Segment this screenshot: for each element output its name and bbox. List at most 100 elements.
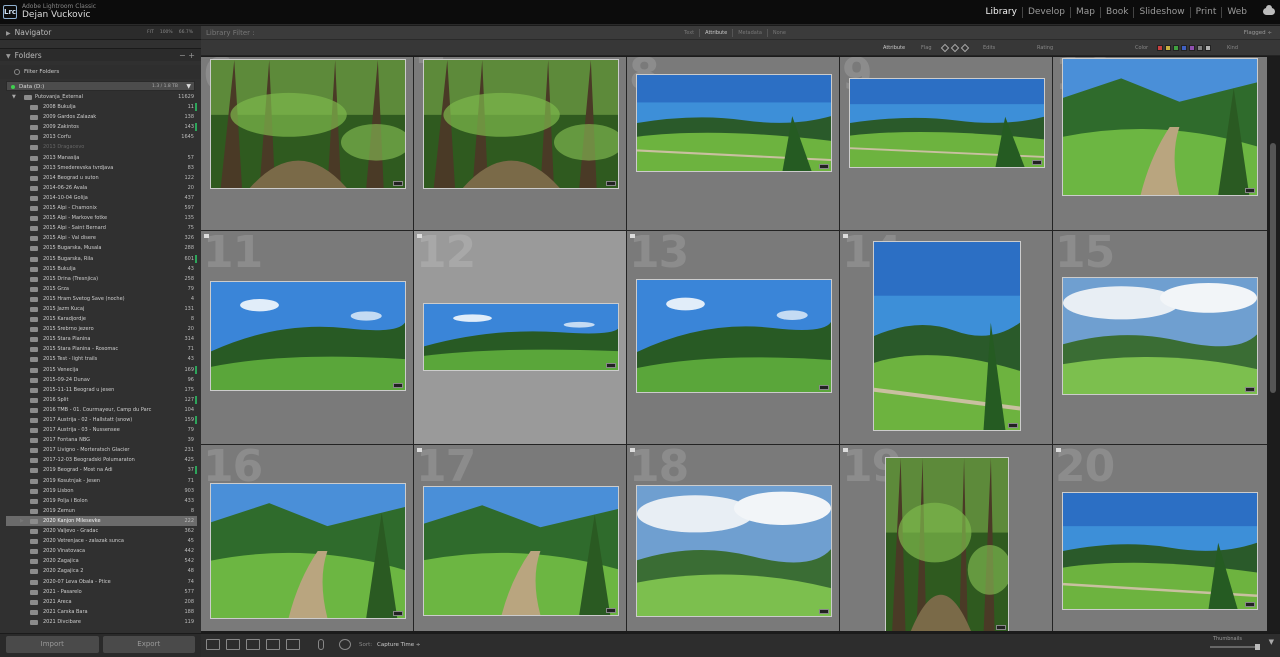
folder-row[interactable]: ▶ 2020 Kanjon Milesevke 222	[6, 515, 197, 527]
grid-cell[interactable]: 13	[627, 231, 839, 444]
folder-row[interactable]: 2019 Zemun 8	[6, 506, 197, 516]
edit-badge-icon[interactable]	[606, 181, 616, 186]
module-book[interactable]: Book	[1101, 7, 1135, 18]
photo-thumbnail[interactable]	[210, 281, 406, 391]
folder-row[interactable]: 2019 Beograd - Most na Adi 37	[6, 465, 197, 475]
color-swatch[interactable]	[1181, 45, 1187, 51]
module-map[interactable]: Map	[1071, 7, 1102, 18]
flag-badge-icon[interactable]	[417, 448, 422, 452]
folder-row[interactable]: 2017 Fontana NBG 39	[6, 435, 197, 445]
filter-tab-metadata[interactable]: Metadata	[733, 29, 768, 37]
grid-cell[interactable]: 12	[414, 231, 626, 444]
sort-direction-icon[interactable]	[339, 639, 351, 650]
flag-badge-icon[interactable]	[417, 234, 422, 238]
flag-reject-icon[interactable]	[960, 43, 970, 53]
folder-row[interactable]: 2015 Test - light trails 43	[6, 354, 197, 364]
volume-dropdown-icon[interactable]: ▼	[186, 82, 191, 92]
folder-row[interactable]: 2015-09-24 Dunav 96	[6, 375, 197, 385]
folder-row[interactable]: 2015 Drina (Tresnjica) 258	[6, 274, 197, 284]
folder-row[interactable]: 2014 Beograd u suton 122	[6, 173, 197, 183]
color-swatch[interactable]	[1173, 45, 1179, 51]
photo-thumbnail[interactable]	[423, 303, 619, 371]
folder-row[interactable]: 2014-06-26 Avala 20	[6, 183, 197, 193]
edit-badge-icon[interactable]	[819, 609, 829, 614]
grid-cell[interactable]: 19	[840, 445, 1052, 631]
folder-row[interactable]: 2021 Carska Bara 188	[6, 607, 197, 617]
folder-row[interactable]: 2019 Polja i Bolon 433	[6, 496, 197, 506]
color-swatch[interactable]	[1205, 45, 1211, 51]
grid-cell[interactable]: 20	[1053, 445, 1267, 631]
folder-row[interactable]: 2017 Livigno - Morteratsch Glacier 231	[6, 445, 197, 455]
photo-thumbnail[interactable]	[873, 241, 1021, 431]
grid-cell[interactable]: 11	[201, 231, 413, 444]
folder-row[interactable]: 2020-07 Leva Obala - Ptice 74	[6, 577, 197, 587]
folder-row[interactable]: 2015 Alpi - Val disere 326	[6, 233, 197, 243]
folder-row[interactable]: 2015-11-11 Beograd u jesen 175	[6, 385, 197, 395]
grid-view-icon[interactable]	[206, 639, 220, 650]
edit-badge-icon[interactable]	[1245, 602, 1255, 607]
edit-badge-icon[interactable]	[606, 608, 616, 613]
folder-row[interactable]: 2016 Split 127	[6, 395, 197, 405]
folder-row[interactable]: 2015 Alpi - Saint Bernard 75	[6, 223, 197, 233]
folder-row[interactable]: 2013 Manasija 57	[6, 153, 197, 163]
edit-badge-icon[interactable]	[819, 164, 829, 169]
people-view-icon[interactable]	[286, 639, 300, 650]
zoom-66[interactable]: 66.7%	[179, 26, 193, 39]
thumbnail-size-slider[interactable]	[1210, 644, 1260, 650]
edit-badge-icon[interactable]	[1245, 188, 1255, 193]
sort-dropdown[interactable]: Capture Time ÷	[377, 634, 420, 656]
edit-badge-icon[interactable]	[393, 383, 403, 388]
color-swatch[interactable]	[1197, 45, 1203, 51]
toolbar-menu-chevron-icon[interactable]: ▼	[1269, 638, 1274, 646]
grid-cell[interactable]: 10	[1053, 57, 1267, 230]
edit-badge-icon[interactable]	[606, 363, 616, 368]
filter-folders-input[interactable]: Filter Folders	[0, 65, 201, 79]
zoom-100[interactable]: 100%	[160, 26, 173, 39]
photo-thumbnail[interactable]	[636, 279, 832, 393]
folder-row[interactable]: 2015 Venecija 169	[6, 365, 197, 375]
grid-scrollbar[interactable]	[1267, 57, 1280, 631]
photo-thumbnail[interactable]	[636, 485, 832, 617]
folder-row[interactable]: 2019 Kosutnjak - Jesen 71	[6, 476, 197, 486]
slider-knob[interactable]	[1255, 644, 1260, 650]
loupe-view-icon[interactable]	[226, 639, 240, 650]
folder-row[interactable]: 2020 Valjevo - Gradac 362	[6, 526, 197, 536]
folder-row[interactable]: 2009 Zakintos 143	[6, 122, 197, 132]
import-button[interactable]: Import	[6, 636, 99, 653]
grid-cell[interactable]: 17	[414, 445, 626, 631]
edit-badge-icon[interactable]	[1008, 423, 1018, 428]
grid-cell[interactable]: 9	[840, 57, 1052, 230]
folder-row[interactable]: 2021 - Pasarelo 577	[6, 587, 197, 597]
flag-badge-icon[interactable]	[630, 448, 635, 452]
edit-badge-icon[interactable]	[1032, 160, 1042, 165]
survey-view-icon[interactable]	[266, 639, 280, 650]
flag-unflagged-icon[interactable]	[950, 43, 960, 53]
photo-thumbnail[interactable]	[423, 486, 619, 616]
folder-row[interactable]: 2017-12-03 Beogradski Polumaraton 425	[6, 455, 197, 465]
folder-row[interactable]: 2015 Stara Planina - Rosomac 71	[6, 344, 197, 354]
edit-badge-icon[interactable]	[393, 181, 403, 186]
edit-badge-icon[interactable]	[1245, 387, 1255, 392]
folder-row[interactable]: 2014-10-04 Golija 437	[6, 193, 197, 203]
module-print[interactable]: Print	[1191, 7, 1223, 18]
edit-badge-icon[interactable]	[996, 625, 1006, 630]
flag-badge-icon[interactable]	[843, 448, 848, 452]
zoom-fit[interactable]: FIT	[147, 26, 154, 39]
volume-bar[interactable]: Data (D:) 1.3 / 1.8 TB ▼	[6, 81, 195, 91]
folder-row[interactable]: 2015 Bugarska, Rila 601	[6, 254, 197, 264]
cloud-icon[interactable]	[1263, 5, 1275, 15]
folder-row[interactable]: 2013 Corfu 1645	[6, 132, 197, 142]
folder-row[interactable]: 2015 Alpi - Chamonix 597	[6, 203, 197, 213]
folder-row[interactable]: 2015 Alpi - Markove fotke 135	[6, 213, 197, 223]
folder-row[interactable]: 2020 Zagajica 542	[6, 556, 197, 566]
folder-row[interactable]: 2020 Vinatovaca 442	[6, 546, 197, 556]
folder-row[interactable]: 2020 Zagajica 2 48	[6, 566, 197, 576]
folders-header[interactable]: ▼ Folders − +	[0, 48, 201, 61]
photo-thumbnail[interactable]	[210, 483, 406, 619]
filter-preset-dropdown[interactable]: Flagged ÷	[1244, 26, 1272, 40]
photo-thumbnail[interactable]	[1062, 492, 1258, 610]
grid-cell[interactable]: 15	[1053, 231, 1267, 444]
folder-row[interactable]: 2016 TMB - 01. Courmayeur, Camp du Parc 1…	[6, 405, 197, 415]
folder-root[interactable]: ▼ Putovanja_External 11629	[6, 92, 197, 102]
flag-badge-icon[interactable]	[630, 234, 635, 238]
